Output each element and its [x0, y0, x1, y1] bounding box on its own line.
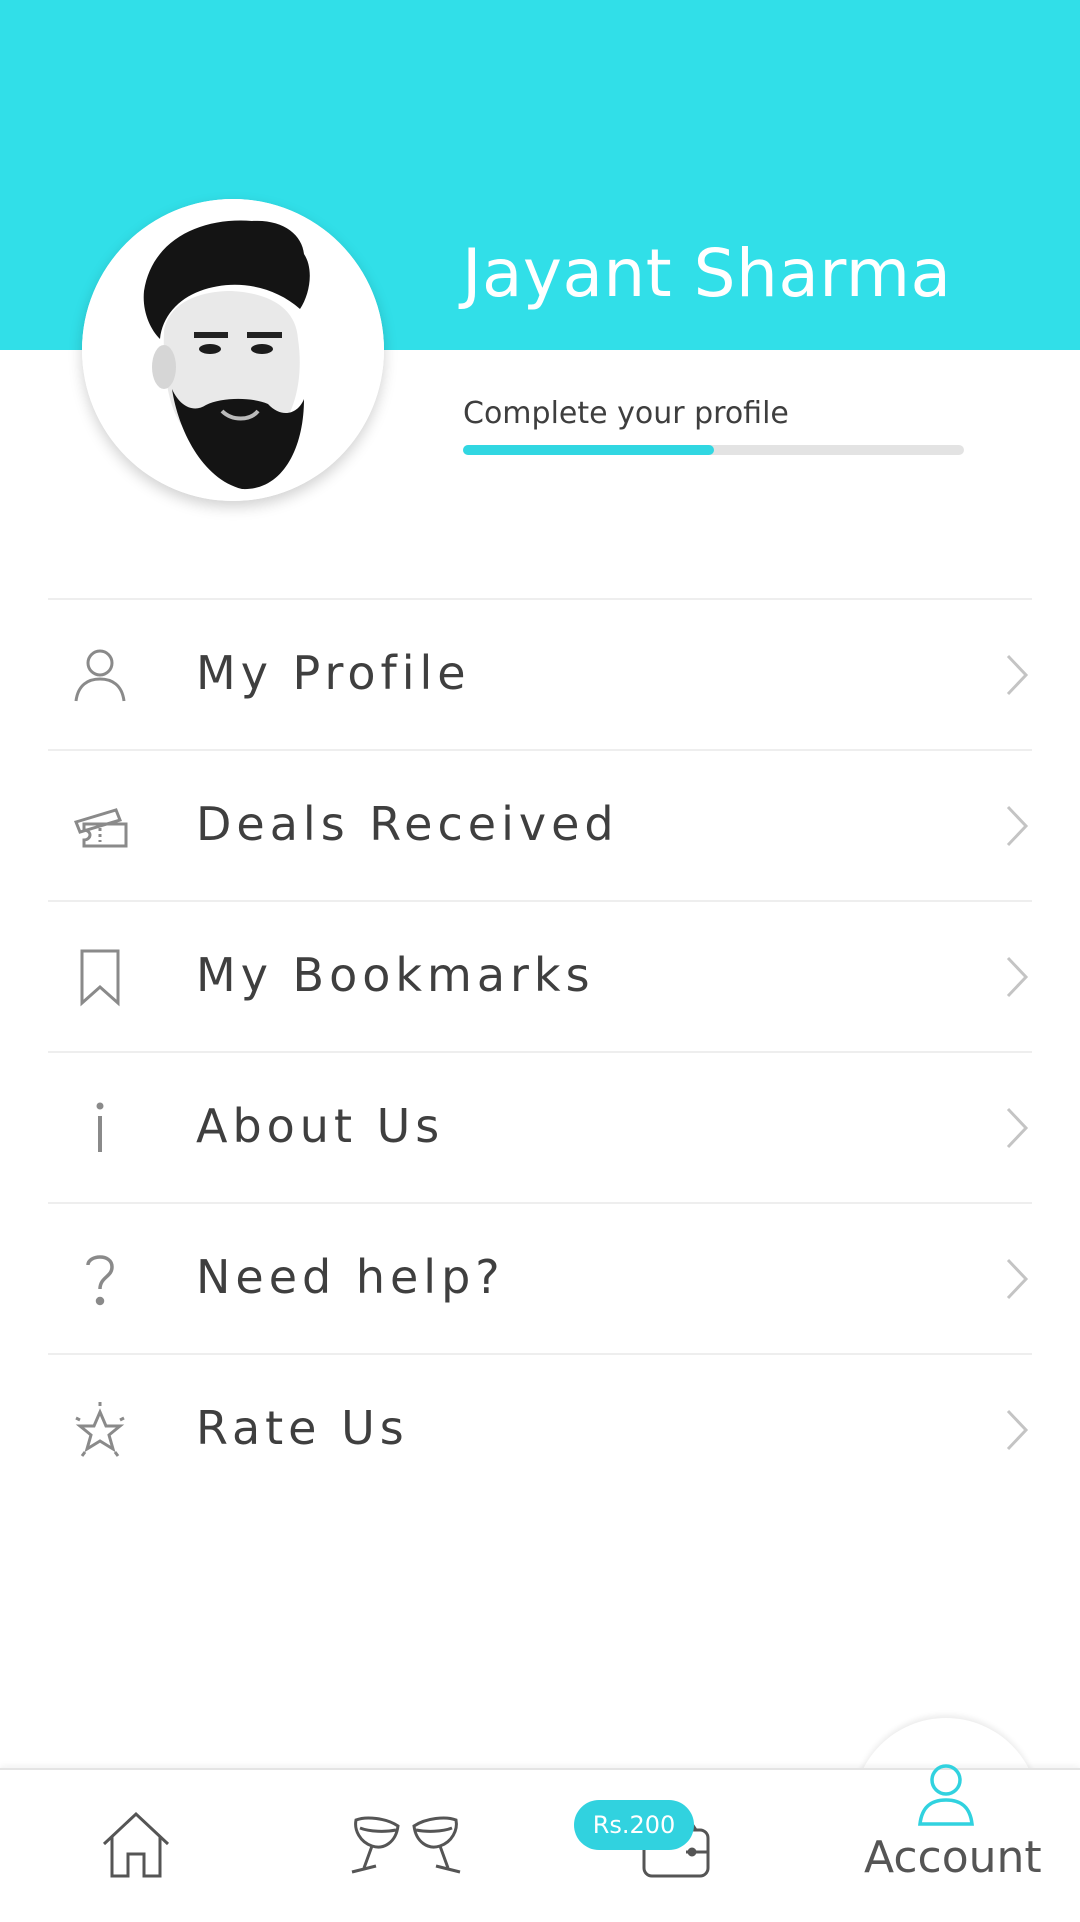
chevron-right-icon	[1002, 1103, 1032, 1153]
star-icon	[70, 1400, 130, 1460]
nav-home[interactable]	[96, 1808, 176, 1880]
ticket-icon	[70, 796, 130, 856]
chevron-right-icon	[1002, 650, 1032, 700]
user-name: Jayant Sharma	[462, 235, 952, 312]
menu-item-label: Rate Us	[196, 1401, 409, 1455]
menu-item-about-us[interactable]: About Us	[48, 1051, 1032, 1202]
chevron-right-icon	[1002, 801, 1032, 851]
menu-item-label: Deals Received	[196, 797, 619, 851]
user-icon	[70, 645, 130, 705]
info-icon	[70, 1098, 130, 1158]
account-tab-label[interactable]: Account	[864, 1832, 1042, 1883]
account-icon	[916, 1764, 976, 1832]
chevron-right-icon	[1002, 1405, 1032, 1455]
help-icon	[70, 1249, 130, 1309]
menu-item-label: My Bookmarks	[196, 948, 595, 1002]
wallet-icon	[640, 1816, 712, 1884]
bookmark-icon	[70, 947, 130, 1007]
nav-cheers[interactable]	[346, 1810, 466, 1882]
complete-profile-prompt[interactable]: Complete your profile	[463, 396, 789, 431]
menu-item-rate-us[interactable]: Rate Us	[48, 1353, 1032, 1504]
menu-item-need-help[interactable]: Need help?	[48, 1202, 1032, 1353]
menu-item-label: Need help?	[196, 1250, 505, 1304]
avatar[interactable]	[82, 199, 384, 501]
menu-item-my-profile[interactable]: My Profile	[48, 598, 1032, 749]
menu-item-my-bookmarks[interactable]: My Bookmarks	[48, 900, 1032, 1051]
account-menu: My Profile Deals Received My Bookmarks A…	[48, 598, 1032, 1504]
menu-item-label: My Profile	[196, 646, 471, 700]
chevron-right-icon	[1002, 952, 1032, 1002]
chevron-right-icon	[1002, 1254, 1032, 1304]
home-icon	[96, 1811, 176, 1884]
menu-item-deals-received[interactable]: Deals Received	[48, 749, 1032, 900]
profile-progress-fill	[463, 445, 714, 455]
menu-item-label: About Us	[196, 1099, 445, 1153]
wallet-balance-badge[interactable]: Rs.200	[574, 1800, 694, 1850]
profile-progress-bar	[463, 445, 964, 455]
nav-account[interactable]	[916, 1762, 976, 1828]
cheers-icon	[346, 1816, 466, 1886]
